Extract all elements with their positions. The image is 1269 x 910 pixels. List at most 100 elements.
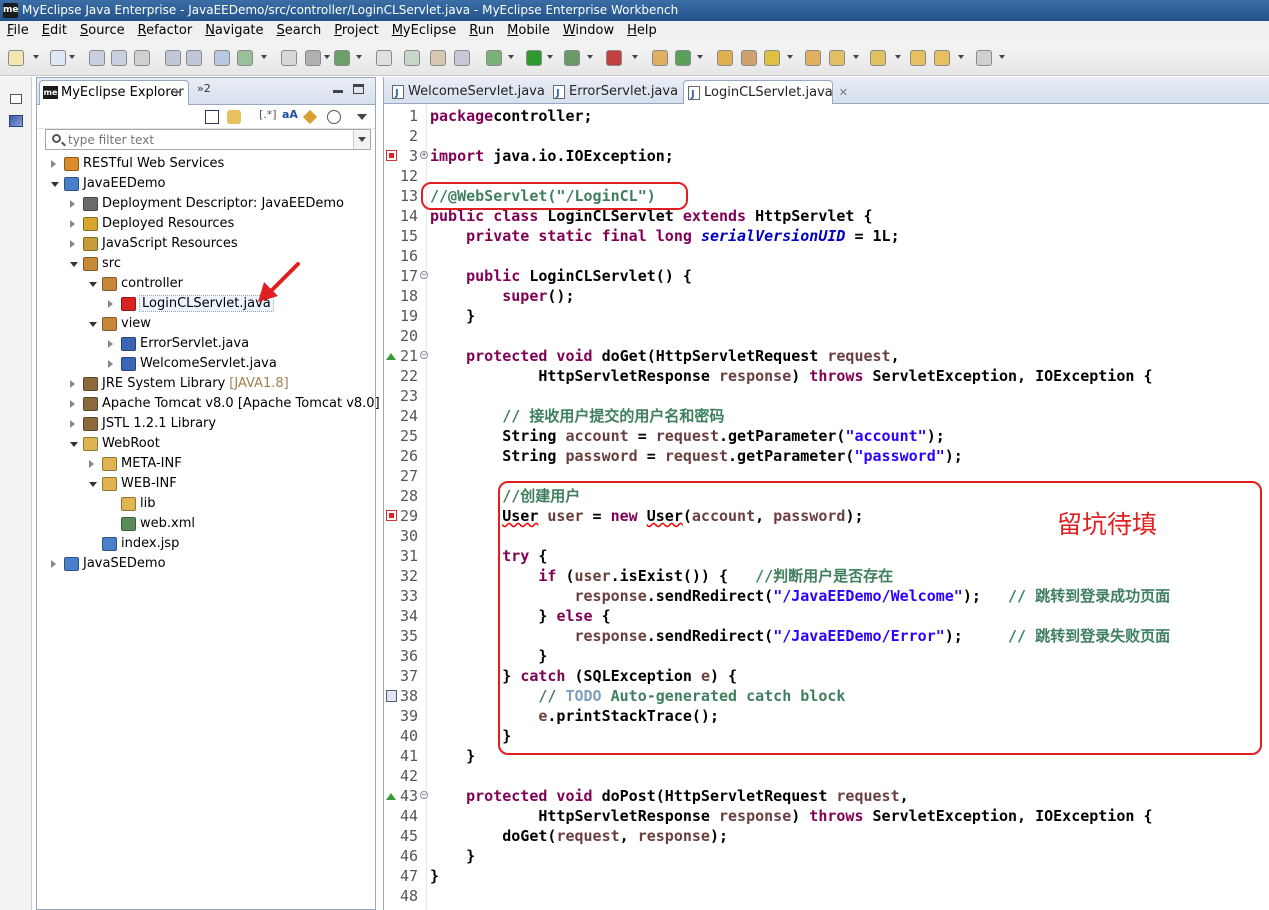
expand-arrow-icon[interactable] — [108, 340, 113, 348]
close-icon[interactable]: ✕ — [839, 86, 848, 99]
tree-node[interactable]: JRE System Library [JAVA1.8] — [37, 374, 375, 394]
menu-edit[interactable]: Edit — [35, 21, 73, 41]
perspective-icon[interactable] — [9, 115, 23, 127]
menu-file[interactable]: File — [0, 21, 35, 41]
forward-icon[interactable] — [976, 50, 992, 66]
tree-node[interactable]: view — [37, 314, 375, 334]
new-wizard-icon[interactable] — [50, 50, 66, 66]
server-icon[interactable] — [214, 50, 230, 66]
expand-arrow-icon[interactable] — [51, 560, 56, 568]
tree-node[interactable]: JavaEEDemo — [37, 174, 375, 194]
run-icon[interactable] — [526, 50, 542, 66]
override-marker-icon[interactable] — [386, 793, 396, 800]
task-marker-icon[interactable] — [386, 690, 397, 702]
open-type-icon[interactable] — [430, 50, 446, 66]
expand-arrow-icon[interactable] — [70, 400, 75, 408]
config-dropdown[interactable] — [587, 55, 593, 59]
case-sensitive-icon[interactable]: aA — [282, 108, 298, 121]
collapse-fold-icon[interactable]: − — [420, 791, 428, 799]
refresh-icon[interactable] — [675, 50, 691, 66]
maximize-icon[interactable] — [353, 84, 364, 94]
filter-field[interactable] — [45, 129, 371, 150]
debug-icon[interactable] — [486, 50, 502, 66]
tree-node[interactable]: Deployed Resources — [37, 214, 375, 234]
expand-arrow-icon[interactable] — [70, 200, 75, 208]
deploy-dropdown[interactable] — [261, 55, 267, 59]
highlight-dropdown[interactable] — [787, 55, 793, 59]
redo-icon[interactable] — [186, 50, 202, 66]
tree-node[interactable]: Deployment Descriptor: JavaEEDemo — [37, 194, 375, 214]
menu-mobile[interactable]: Mobile — [500, 21, 556, 41]
menu-source[interactable]: Source — [73, 21, 131, 41]
deploy-icon[interactable] — [302, 109, 318, 125]
task-icon[interactable] — [741, 50, 757, 66]
back-dropdown[interactable] — [958, 55, 964, 59]
collapse-arrow-icon[interactable] — [70, 442, 78, 447]
highlight-icon[interactable] — [764, 50, 780, 66]
minimize-icon[interactable] — [333, 90, 343, 93]
expand-arrow-icon[interactable] — [70, 380, 75, 388]
print-icon[interactable] — [134, 50, 150, 66]
debug-dropdown[interactable] — [508, 55, 514, 59]
close-icon[interactable]: ✕ — [174, 81, 183, 105]
filter-input[interactable] — [68, 131, 348, 148]
stop-icon[interactable] — [606, 50, 622, 66]
collapse-arrow-icon[interactable] — [89, 282, 97, 287]
tree-node[interactable]: META-INF — [37, 454, 375, 474]
tree-node[interactable]: WebRoot — [37, 434, 375, 454]
restore-icon[interactable] — [10, 94, 22, 104]
open-folder-icon[interactable] — [717, 50, 733, 66]
stop-dropdown[interactable] — [632, 55, 638, 59]
grid-dropdown[interactable] — [356, 55, 362, 59]
new-class-icon[interactable] — [652, 50, 668, 66]
collapse-arrow-icon[interactable] — [51, 182, 59, 187]
editor-tab[interactable]: ErrorServlet.java — [549, 80, 678, 105]
collapse-all-icon[interactable] — [205, 110, 219, 124]
search-files-icon[interactable] — [454, 50, 470, 66]
editor-tab[interactable]: LoginCLServlet.java ✕ — [683, 80, 848, 106]
collapse-arrow-icon[interactable] — [89, 482, 97, 487]
tree-node[interactable]: ErrorServlet.java — [37, 334, 375, 354]
filter-dropdown-button[interactable] — [353, 130, 370, 149]
expand-arrow-icon[interactable] — [108, 360, 113, 368]
run-config-icon[interactable] — [564, 50, 580, 66]
tree-node[interactable]: JavaScript Resources — [37, 234, 375, 254]
undo-icon[interactable] — [165, 50, 181, 66]
annotation-dropdown[interactable] — [853, 55, 859, 59]
editor-tab[interactable]: WelcomeServlet.java — [388, 80, 545, 105]
tree-node[interactable]: Apache Tomcat v8.0 [Apache Tomcat v8.0] — [37, 394, 380, 414]
sync-icon[interactable] — [327, 110, 341, 124]
tools-icon[interactable] — [305, 50, 321, 66]
expand-arrow-icon[interactable] — [108, 300, 113, 308]
grid-icon[interactable] — [334, 50, 350, 66]
tree-node[interactable]: JavaSEDemo — [37, 554, 375, 574]
terminal-icon[interactable] — [376, 50, 392, 66]
expand-arrow-icon[interactable] — [70, 220, 75, 228]
new-dropdown[interactable] — [33, 55, 39, 59]
link-with-editor-icon[interactable] — [227, 110, 241, 124]
collapse-arrow-icon[interactable] — [89, 322, 97, 327]
menu-myeclipse[interactable]: MyEclipse — [385, 21, 463, 41]
tree-node[interactable]: RESTful Web Services — [37, 154, 375, 174]
expand-arrow-icon[interactable] — [70, 420, 75, 428]
error-marker-icon[interactable] — [386, 510, 397, 521]
tab-myeclipse-explorer[interactable]: me MyEclipse Explorer ✕ — [39, 80, 189, 105]
last-edit-icon[interactable] — [910, 50, 926, 66]
error-marker-icon[interactable] — [386, 150, 397, 161]
refresh-dropdown[interactable] — [697, 55, 703, 59]
menu-window[interactable]: Window — [556, 21, 620, 41]
next-dropdown[interactable] — [895, 55, 901, 59]
tree-node[interactable]: WelcomeServlet.java — [37, 354, 375, 374]
next-annotation-icon[interactable] — [870, 50, 886, 66]
back-icon[interactable] — [934, 50, 950, 66]
expand-fold-icon[interactable]: + — [420, 151, 428, 159]
menu-project[interactable]: Project — [327, 21, 385, 41]
menu-navigate[interactable]: Navigate — [198, 21, 269, 41]
menu-help[interactable]: Help — [620, 21, 663, 41]
collapse-arrow-icon[interactable] — [70, 262, 78, 267]
build-icon[interactable] — [281, 50, 297, 66]
save-all-icon[interactable] — [111, 50, 127, 66]
forward-dropdown[interactable] — [999, 55, 1005, 59]
expand-arrow-icon[interactable] — [51, 160, 56, 168]
tree-node[interactable]: src — [37, 254, 375, 274]
